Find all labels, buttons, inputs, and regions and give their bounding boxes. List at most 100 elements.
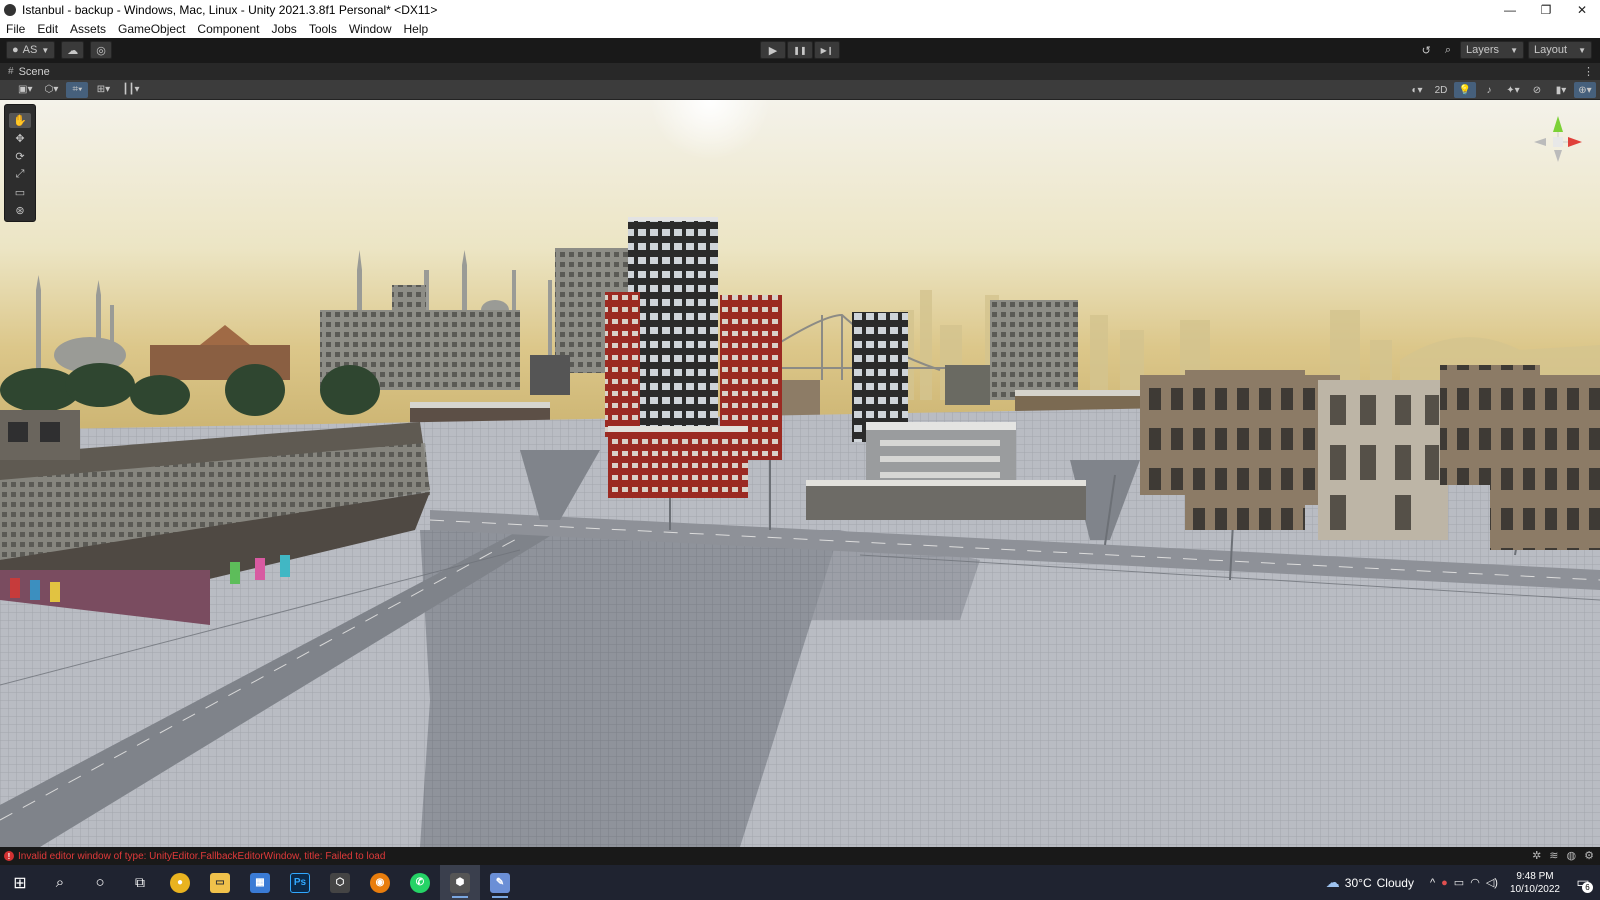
history-icon: ↺ (1421, 44, 1431, 57)
folder-icon: ▭ (210, 872, 230, 893)
menu-file[interactable]: File (0, 22, 31, 36)
chevron-down-icon: ▼ (1510, 45, 1518, 55)
account-icon: ● (12, 44, 19, 56)
draw-mode-dropdown[interactable]: ◐▾ (1406, 82, 1428, 98)
close-button[interactable]: ✕ (1564, 0, 1600, 20)
cube-icon: ⬡▾ (44, 84, 59, 95)
more-options-icon[interactable]: ⋮ (1583, 65, 1594, 78)
gizmos-dropdown[interactable]: ⊕▾ (1574, 82, 1596, 98)
windows-logo-icon: ⊞ (13, 874, 27, 892)
clock-time: 9:48 PM (1516, 870, 1554, 882)
battery-icon[interactable]: ▭ (1454, 876, 1464, 889)
weather-desc: Cloudy (1376, 875, 1414, 890)
effects-dropdown[interactable]: ✦▾ (1502, 82, 1524, 98)
chevron-down-icon: ▼ (41, 45, 50, 55)
menu-window[interactable]: Window (343, 22, 398, 36)
taskbar-app-photoshop[interactable]: Ps (280, 865, 320, 900)
menu-assets[interactable]: Assets (64, 22, 112, 36)
toggle-2d-button[interactable]: 2D (1430, 82, 1452, 98)
move-tool-button[interactable]: ✥ (9, 131, 31, 146)
hand-icon: ✋ (13, 115, 27, 127)
lighting-toggle[interactable]: 💡 (1454, 82, 1476, 98)
clock-date: 10/10/2022 (1509, 883, 1560, 895)
camera-dropdown[interactable]: ▮▾ (1550, 82, 1572, 98)
console-error-message[interactable]: Invalid editor window of type: UnityEdit… (18, 851, 385, 862)
menu-component[interactable]: Component (191, 22, 265, 36)
tab-scene[interactable]: Scene (19, 66, 50, 78)
cloud-button[interactable]: ☁ (61, 41, 85, 59)
collab-icon: ◎ (96, 44, 106, 57)
menu-edit[interactable]: Edit (31, 22, 64, 36)
camera-icon: ▮▾ (1555, 84, 1567, 96)
taskbar-app-blender[interactable]: ◉ (360, 865, 400, 900)
start-button[interactable]: ⊞ (0, 865, 40, 900)
cache-icon[interactable]: ≋ (1549, 849, 1558, 862)
layout-dropdown[interactable]: Layout ▼ (1528, 41, 1592, 59)
shading-mode-dropdown[interactable]: ▣▾ (14, 82, 36, 98)
rotate-tool-button[interactable]: ⟳ (9, 149, 31, 164)
move-icon: ✥ (15, 133, 25, 145)
scale-tool-button[interactable]: ⤢ (9, 167, 31, 182)
increment-snap-dropdown[interactable]: ⊞▾ (92, 82, 114, 98)
eye-slash-icon: ⊘ (1532, 84, 1542, 96)
menu-tools[interactable]: Tools (303, 22, 343, 36)
minimize-button[interactable]: — (1492, 0, 1528, 20)
clock[interactable]: 9:48 PM 10/10/2022 (1510, 870, 1560, 896)
gizmo-mode-dropdown[interactable]: ⬡▾ (40, 82, 62, 98)
snap-icon: ⊞▾ (96, 84, 111, 95)
orientation-gizmo[interactable] (1528, 108, 1588, 188)
layers-dropdown[interactable]: Layers ▼ (1460, 41, 1524, 59)
play-controls: ▶ ❚❚ ▶❙ (760, 41, 840, 59)
restore-button[interactable]: ❐ (1528, 0, 1564, 20)
visibility-toggle[interactable]: ⊘ (1526, 82, 1548, 98)
antivirus-icon[interactable]: ● (1441, 877, 1448, 889)
window-title: Istanbul - backup - Windows, Mac, Linux … (22, 3, 438, 17)
chevron-down-icon: ▼ (1578, 45, 1586, 55)
task-view-button[interactable]: ⧉ (120, 865, 160, 900)
scene-grid-icon: # (8, 66, 14, 77)
search-button[interactable]: ⌕ (1440, 41, 1456, 59)
taskbar-app-store[interactable]: ▦ (240, 865, 280, 900)
layout-label: Layout (1534, 44, 1568, 56)
step-button[interactable]: ▶❙ (814, 41, 840, 59)
hand-tool-button[interactable]: ✋ (9, 113, 31, 128)
ruler-dropdown[interactable]: ┃┃▾ (118, 82, 143, 98)
transform-tool-button[interactable]: ⊛ (9, 203, 31, 218)
transform-icon: ⊛ (15, 205, 25, 217)
transform-tools-palette: ✋ ✥ ⟳ ⤢ ▭ ⊛ (4, 104, 36, 222)
weather-widget[interactable]: ☁ 30°C Cloudy (1326, 874, 1414, 891)
pause-button[interactable]: ❚❚ (787, 41, 813, 59)
task-view-icon: ⧉ (135, 874, 145, 890)
volume-icon[interactable]: ◁) (1486, 876, 1498, 889)
undo-history-button[interactable]: ↺ (1417, 41, 1436, 59)
cortana-button[interactable]: ○ (80, 865, 120, 900)
rect-icon: ▭ (14, 187, 26, 199)
taskbar-app-file-explorer[interactable]: ▭ (200, 865, 240, 900)
wifi-icon[interactable]: ◠ (1470, 876, 1480, 889)
taskbar-app-paint[interactable]: ✎ (480, 865, 520, 900)
play-button[interactable]: ▶ (760, 41, 786, 59)
taskbar-app-unity[interactable]: ⬢ (440, 865, 480, 900)
notifications-button[interactable]: ▭ 6 (1572, 872, 1594, 894)
menu-gameobject[interactable]: GameObject (112, 22, 191, 36)
scene-viewport[interactable] (0, 100, 1600, 847)
taskbar-app-whatsapp[interactable]: ✆ (400, 865, 440, 900)
rect-tool-button[interactable]: ▭ (9, 185, 31, 200)
lighting-progress-icon[interactable]: ◍ (1567, 849, 1577, 862)
audio-toggle[interactable]: ♪ (1478, 82, 1500, 98)
settings-icon[interactable]: ⚙ (1584, 849, 1594, 862)
taskbar-app-chrome[interactable]: ● (160, 865, 200, 900)
account-dropdown[interactable]: ● AS ▼ (6, 41, 56, 59)
menu-jobs[interactable]: Jobs (265, 22, 302, 36)
debug-icon[interactable]: ✲ (1532, 849, 1541, 862)
chrome-icon: ● (170, 872, 190, 893)
scene-toolbar: ▣▾ ⬡▾ ⌗▾ ⊞▾ ┃┃▾ ◐▾ 2D 💡 ♪ ✦▾ ⊘ ▮▾ ⊕▾ (0, 80, 1600, 100)
taskbar-app-unity-hub[interactable]: ⬡ (320, 865, 360, 900)
menu-help[interactable]: Help (398, 22, 435, 36)
lightbulb-icon: 💡 (1458, 84, 1472, 96)
search-button[interactable]: ⌕ (40, 865, 80, 900)
collab-button[interactable]: ◎ (90, 41, 112, 59)
grid-snap-button[interactable]: ⌗▾ (66, 81, 89, 98)
status-bar[interactable]: ! Invalid editor window of type: UnityEd… (0, 847, 1600, 865)
chevron-up-icon[interactable]: ^ (1430, 877, 1435, 889)
